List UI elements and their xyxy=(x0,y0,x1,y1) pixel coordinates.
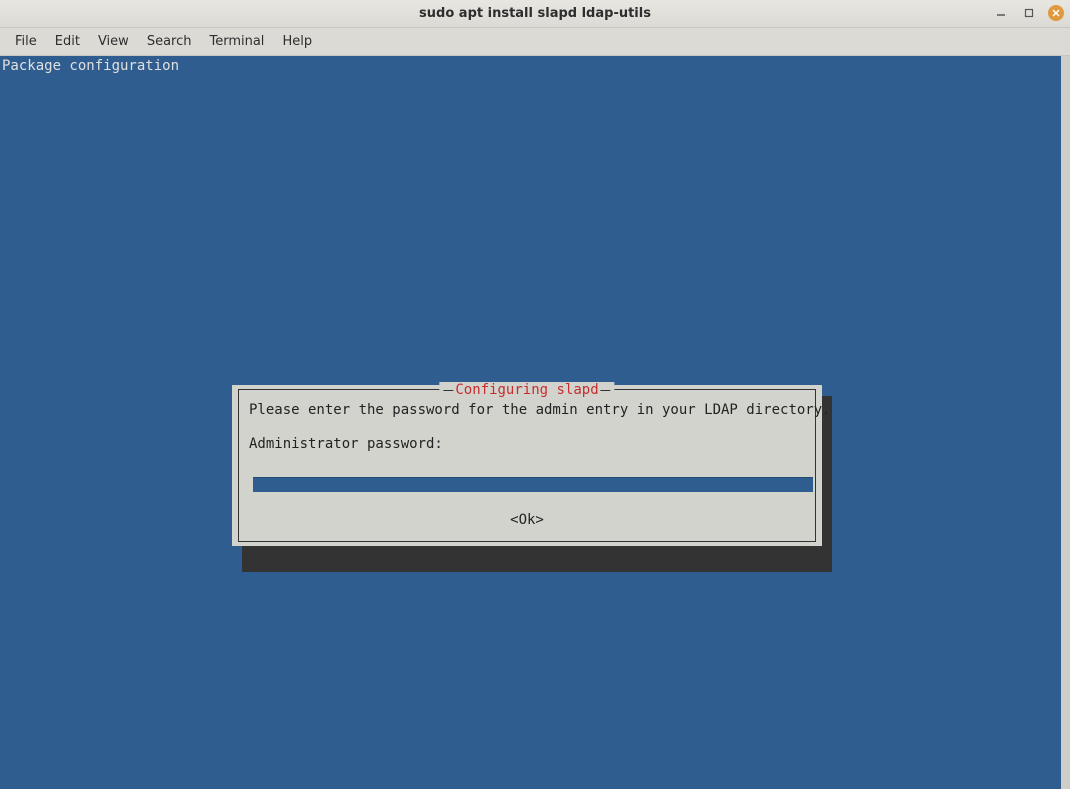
password-label: Administrator password: xyxy=(249,436,443,452)
dialog-border: Configuring slapd Please enter the passw… xyxy=(238,389,816,542)
minimize-button[interactable] xyxy=(992,4,1010,22)
dialog-prompt: Please enter the password for the admin … xyxy=(249,402,831,418)
dialog-content: Please enter the password for the admin … xyxy=(249,402,805,453)
menu-terminal[interactable]: Terminal xyxy=(200,30,273,53)
vertical-scrollbar[interactable] xyxy=(1061,56,1070,789)
config-dialog: Configuring slapd Please enter the passw… xyxy=(232,385,822,546)
menu-file[interactable]: File xyxy=(6,30,46,53)
menu-edit[interactable]: Edit xyxy=(46,30,89,53)
dialog-title-wrap: Configuring slapd xyxy=(439,382,614,399)
scrollbar-thumb[interactable] xyxy=(1061,56,1070,789)
window-title: sudo apt install slapd ldap-utils xyxy=(419,6,651,21)
menubar: File Edit View Search Terminal Help xyxy=(0,28,1070,56)
package-config-header: Package configuration xyxy=(2,58,179,75)
title-line-right xyxy=(601,390,611,391)
window-controls xyxy=(992,4,1064,22)
ok-button[interactable]: <Ok> xyxy=(508,512,546,529)
menu-search[interactable]: Search xyxy=(138,30,201,53)
terminal-area[interactable]: Package configuration Configuring slapd … xyxy=(0,56,1061,789)
ok-button-row: <Ok> xyxy=(239,512,815,529)
menu-help[interactable]: Help xyxy=(273,30,321,53)
dialog-title: Configuring slapd xyxy=(453,382,600,399)
window-titlebar: sudo apt install slapd ldap-utils xyxy=(0,0,1070,28)
close-button[interactable] xyxy=(1048,5,1064,21)
maximize-button[interactable] xyxy=(1020,4,1038,22)
title-line-left xyxy=(443,390,453,391)
menu-view[interactable]: View xyxy=(89,30,138,53)
password-input[interactable] xyxy=(253,477,813,492)
